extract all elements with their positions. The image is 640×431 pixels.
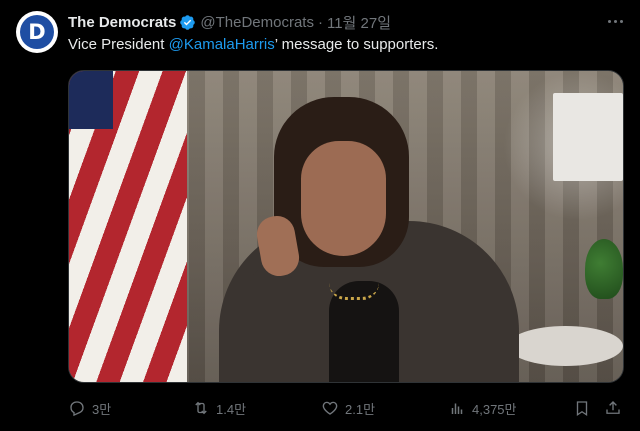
avatar[interactable]: D (16, 11, 58, 53)
separator-dot: · (317, 13, 323, 31)
tweet-header: The Democrats @TheDemocrats · 11월 27일 (68, 12, 600, 32)
bookmark-button[interactable] (573, 399, 591, 417)
lamp-shade (553, 93, 623, 181)
like-count: 2.1만 (345, 401, 376, 417)
author-handle[interactable]: @TheDemocrats (200, 14, 314, 31)
tweet-date[interactable]: 11월 27일 (327, 12, 391, 33)
mention-link[interactable]: @KamalaHarris (169, 36, 275, 53)
american-flag (69, 71, 187, 382)
bookmark-icon (576, 401, 588, 417)
views-count: 4,375만 (472, 401, 517, 417)
democrats-logo: D (20, 15, 54, 49)
person-face (301, 141, 386, 256)
video-media[interactable] (68, 70, 624, 383)
avatar-letter: D (28, 20, 46, 44)
reply-button[interactable]: 3만 (68, 399, 111, 418)
views-button[interactable]: 4,375만 (448, 399, 517, 418)
more-button[interactable] (604, 10, 626, 32)
retweet-icon (195, 401, 207, 415)
tweet-text-prefix: Vice President (68, 36, 169, 53)
tweet-text-suffix: ’ message to supporters. (274, 36, 439, 53)
views-icon (451, 403, 463, 414)
tweet-text: Vice President @KamalaHarris’ message to… (68, 36, 438, 53)
reply-count: 3만 (92, 401, 112, 417)
heart-icon (322, 401, 338, 415)
like-button[interactable]: 2.1만 (321, 399, 375, 418)
reply-icon (70, 401, 84, 417)
retweet-count: 1.4만 (216, 401, 247, 417)
author-name[interactable]: The Democrats (68, 14, 176, 31)
action-bar: 3만 1.4만 2.1만 4,375만 (68, 396, 624, 420)
plant (585, 239, 623, 299)
share-button[interactable] (604, 399, 622, 417)
side-table (508, 326, 623, 366)
verified-badge-icon (180, 14, 196, 30)
person-arm (249, 266, 294, 382)
retweet-button[interactable]: 1.4만 (192, 399, 246, 418)
share-icon (606, 401, 620, 414)
more-icon (607, 19, 611, 23)
